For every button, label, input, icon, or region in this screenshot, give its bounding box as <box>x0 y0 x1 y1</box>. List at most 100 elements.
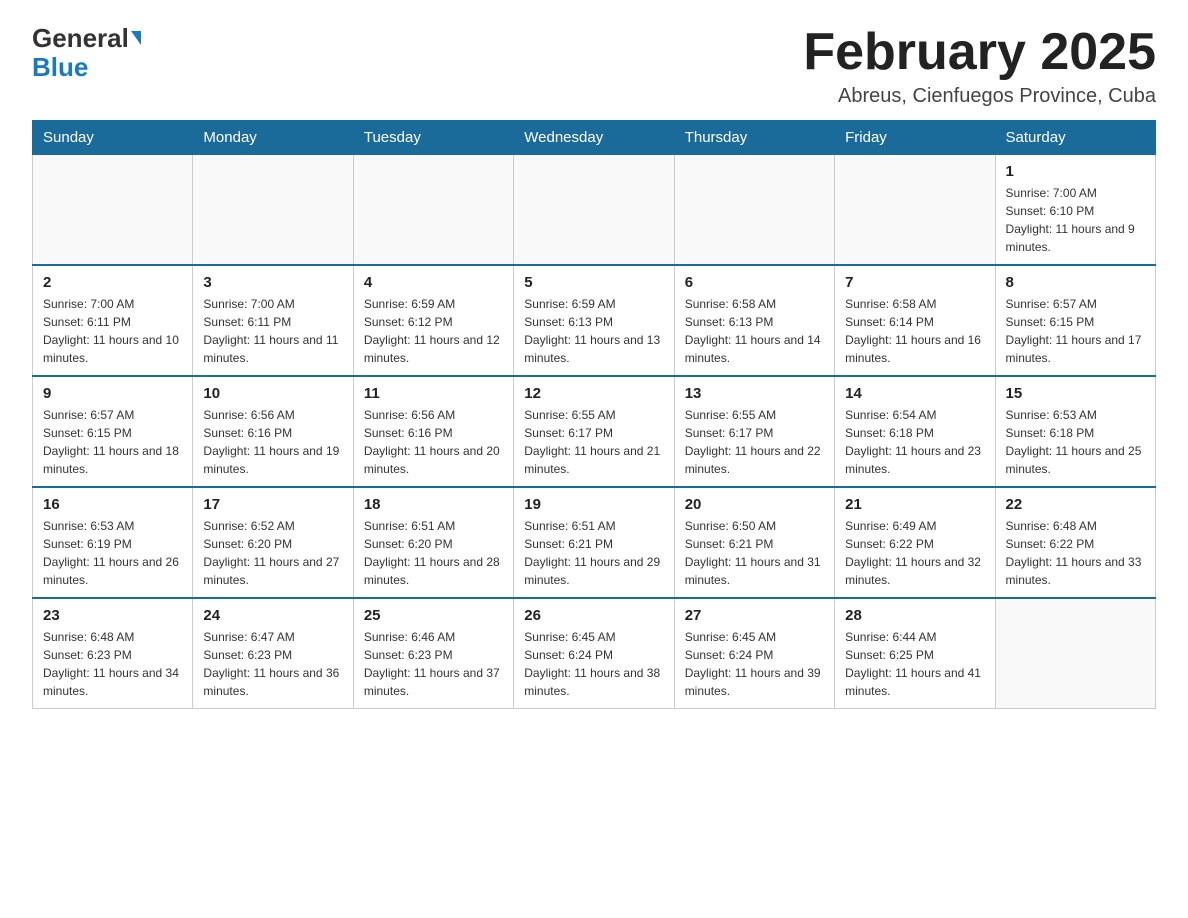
day-number: 14 <box>845 385 984 402</box>
title-block: February 2025 Abreus, Cienfuegos Provinc… <box>803 24 1156 108</box>
calendar-cell: 10 Sunrise: 6:56 AM Sunset: 6:16 PM Dayli… <box>193 376 353 487</box>
day-number: 7 <box>845 274 984 291</box>
day-info: Sunrise: 6:55 AM Sunset: 6:17 PM Dayligh… <box>524 406 663 478</box>
day-number: 10 <box>203 385 342 402</box>
calendar-header-saturday: Saturday <box>995 121 1155 155</box>
calendar-cell: 15Sunrise: 6:53 AM Sunset: 6:18 PM Dayli… <box>995 376 1155 487</box>
day-info: Sunrise: 6:53 AM Sunset: 6:18 PM Dayligh… <box>1006 406 1145 478</box>
day-number: 24 <box>203 607 342 624</box>
calendar-cell: 3 Sunrise: 7:00 AM Sunset: 6:11 PM Daylig… <box>193 265 353 376</box>
calendar-header-wednesday: Wednesday <box>514 121 674 155</box>
calendar-cell: 8 Sunrise: 6:57 AM Sunset: 6:15 PM Daylig… <box>995 265 1155 376</box>
day-number: 9 <box>43 385 182 402</box>
day-info: Sunrise: 6:59 AM Sunset: 6:12 PM Dayligh… <box>364 295 503 367</box>
subtitle: Abreus, Cienfuegos Province, Cuba <box>803 85 1156 108</box>
calendar-cell <box>33 155 193 266</box>
calendar-cell: 19 Sunrise: 6:51 AM Sunset: 6:21 PM Dayli… <box>514 487 674 598</box>
day-info: Sunrise: 7:00 AM Sunset: 6:11 PM Dayligh… <box>43 295 182 367</box>
day-info: Sunrise: 6:45 AM Sunset: 6:24 PM Dayligh… <box>524 628 663 700</box>
calendar-header-row: SundayMondayTuesdayWednesdayThursdayFrid… <box>33 121 1156 155</box>
calendar-header-sunday: Sunday <box>33 121 193 155</box>
day-info: Sunrise: 7:00 AM Sunset: 6:10 PM Dayligh… <box>1006 184 1145 256</box>
calendar-cell: 28Sunrise: 6:44 AM Sunset: 6:25 PM Dayli… <box>835 598 995 709</box>
day-number: 22 <box>1006 496 1145 513</box>
calendar-cell: 4 Sunrise: 6:59 AM Sunset: 6:12 PM Daylig… <box>353 265 513 376</box>
calendar-cell <box>353 155 513 266</box>
calendar-cell: 21 Sunrise: 6:49 AM Sunset: 6:22 PM Dayli… <box>835 487 995 598</box>
day-info: Sunrise: 6:53 AM Sunset: 6:19 PM Dayligh… <box>43 517 182 589</box>
logo-blue-text: Blue <box>32 53 141 82</box>
calendar-cell: 26 Sunrise: 6:45 AM Sunset: 6:24 PM Dayli… <box>514 598 674 709</box>
day-number: 13 <box>685 385 824 402</box>
day-number: 4 <box>364 274 503 291</box>
calendar-cell: 20 Sunrise: 6:50 AM Sunset: 6:21 PM Dayli… <box>674 487 834 598</box>
calendar-cell <box>514 155 674 266</box>
calendar-cell: 18 Sunrise: 6:51 AM Sunset: 6:20 PM Dayli… <box>353 487 513 598</box>
day-info: Sunrise: 6:51 AM Sunset: 6:20 PM Dayligh… <box>364 517 503 589</box>
day-number: 8 <box>1006 274 1145 291</box>
day-info: Sunrise: 6:56 AM Sunset: 6:16 PM Dayligh… <box>203 406 342 478</box>
day-number: 5 <box>524 274 663 291</box>
calendar-header-tuesday: Tuesday <box>353 121 513 155</box>
calendar-cell <box>674 155 834 266</box>
calendar-cell <box>995 598 1155 709</box>
day-info: Sunrise: 6:48 AM Sunset: 6:23 PM Dayligh… <box>43 628 182 700</box>
day-number: 1 <box>1006 163 1145 180</box>
calendar-cell <box>193 155 353 266</box>
day-number: 11 <box>364 385 503 402</box>
calendar-cell: 11 Sunrise: 6:56 AM Sunset: 6:16 PM Dayli… <box>353 376 513 487</box>
calendar-cell: 27 Sunrise: 6:45 AM Sunset: 6:24 PM Dayli… <box>674 598 834 709</box>
calendar-cell: 6Sunrise: 6:58 AM Sunset: 6:13 PM Daylig… <box>674 265 834 376</box>
calendar-cell: 12Sunrise: 6:55 AM Sunset: 6:17 PM Dayli… <box>514 376 674 487</box>
calendar-cell: 5 Sunrise: 6:59 AM Sunset: 6:13 PM Daylig… <box>514 265 674 376</box>
calendar-cell: 14 Sunrise: 6:54 AM Sunset: 6:18 PM Dayli… <box>835 376 995 487</box>
calendar-week-row: 16Sunrise: 6:53 AM Sunset: 6:19 PM Dayli… <box>33 487 1156 598</box>
calendar-header-friday: Friday <box>835 121 995 155</box>
main-title: February 2025 <box>803 24 1156 81</box>
day-info: Sunrise: 6:58 AM Sunset: 6:13 PM Dayligh… <box>685 295 824 367</box>
calendar-cell: 9 Sunrise: 6:57 AM Sunset: 6:15 PM Daylig… <box>33 376 193 487</box>
day-number: 28 <box>845 607 984 624</box>
day-number: 23 <box>43 607 182 624</box>
calendar-cell: 7 Sunrise: 6:58 AM Sunset: 6:14 PM Daylig… <box>835 265 995 376</box>
logo: General Blue <box>32 24 141 81</box>
day-number: 17 <box>203 496 342 513</box>
calendar-week-row: 2 Sunrise: 7:00 AM Sunset: 6:11 PM Daylig… <box>33 265 1156 376</box>
calendar-header-thursday: Thursday <box>674 121 834 155</box>
day-info: Sunrise: 6:49 AM Sunset: 6:22 PM Dayligh… <box>845 517 984 589</box>
calendar-cell <box>835 155 995 266</box>
calendar-week-row: 23 Sunrise: 6:48 AM Sunset: 6:23 PM Dayli… <box>33 598 1156 709</box>
day-number: 18 <box>364 496 503 513</box>
day-number: 3 <box>203 274 342 291</box>
calendar-week-row: 1 Sunrise: 7:00 AM Sunset: 6:10 PM Daylig… <box>33 155 1156 266</box>
calendar-cell: 13Sunrise: 6:55 AM Sunset: 6:17 PM Dayli… <box>674 376 834 487</box>
day-number: 2 <box>43 274 182 291</box>
day-number: 27 <box>685 607 824 624</box>
day-info: Sunrise: 6:45 AM Sunset: 6:24 PM Dayligh… <box>685 628 824 700</box>
day-info: Sunrise: 6:47 AM Sunset: 6:23 PM Dayligh… <box>203 628 342 700</box>
calendar-cell: 2 Sunrise: 7:00 AM Sunset: 6:11 PM Daylig… <box>33 265 193 376</box>
day-number: 20 <box>685 496 824 513</box>
day-number: 26 <box>524 607 663 624</box>
logo-general-text: General <box>32 24 129 53</box>
calendar-cell: 1 Sunrise: 7:00 AM Sunset: 6:10 PM Daylig… <box>995 155 1155 266</box>
day-info: Sunrise: 6:50 AM Sunset: 6:21 PM Dayligh… <box>685 517 824 589</box>
logo-triangle-icon <box>131 31 141 45</box>
calendar-cell: 25Sunrise: 6:46 AM Sunset: 6:23 PM Dayli… <box>353 598 513 709</box>
day-number: 19 <box>524 496 663 513</box>
calendar-cell: 22Sunrise: 6:48 AM Sunset: 6:22 PM Dayli… <box>995 487 1155 598</box>
calendar-cell: 23 Sunrise: 6:48 AM Sunset: 6:23 PM Dayli… <box>33 598 193 709</box>
day-info: Sunrise: 6:57 AM Sunset: 6:15 PM Dayligh… <box>43 406 182 478</box>
day-info: Sunrise: 6:51 AM Sunset: 6:21 PM Dayligh… <box>524 517 663 589</box>
calendar-table: SundayMondayTuesdayWednesdayThursdayFrid… <box>32 120 1156 709</box>
day-number: 21 <box>845 496 984 513</box>
day-info: Sunrise: 6:54 AM Sunset: 6:18 PM Dayligh… <box>845 406 984 478</box>
day-info: Sunrise: 6:59 AM Sunset: 6:13 PM Dayligh… <box>524 295 663 367</box>
day-info: Sunrise: 6:57 AM Sunset: 6:15 PM Dayligh… <box>1006 295 1145 367</box>
day-info: Sunrise: 7:00 AM Sunset: 6:11 PM Dayligh… <box>203 295 342 367</box>
calendar-cell: 17Sunrise: 6:52 AM Sunset: 6:20 PM Dayli… <box>193 487 353 598</box>
day-info: Sunrise: 6:58 AM Sunset: 6:14 PM Dayligh… <box>845 295 984 367</box>
day-info: Sunrise: 6:56 AM Sunset: 6:16 PM Dayligh… <box>364 406 503 478</box>
calendar-cell: 16Sunrise: 6:53 AM Sunset: 6:19 PM Dayli… <box>33 487 193 598</box>
calendar-week-row: 9 Sunrise: 6:57 AM Sunset: 6:15 PM Daylig… <box>33 376 1156 487</box>
